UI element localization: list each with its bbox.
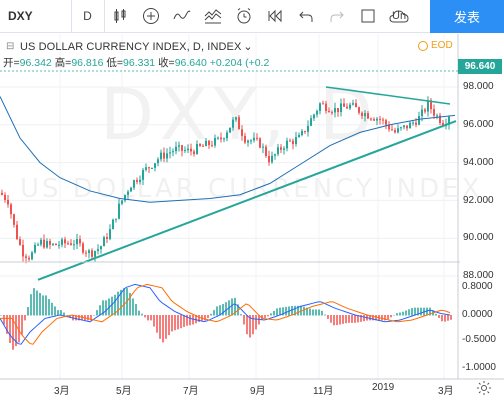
last-price-tag: 96.640 bbox=[458, 59, 502, 74]
chart-legend: ⊟ US DOLLAR CURRENCY INDEX, D, INDEX ⌄ bbox=[6, 40, 253, 54]
interval-selector[interactable]: D bbox=[72, 0, 104, 33]
gear-icon[interactable] bbox=[476, 380, 492, 396]
replay-icon[interactable] bbox=[260, 0, 291, 33]
indicator-axis-label: 0.8000 bbox=[462, 281, 493, 292]
price-chart[interactable] bbox=[0, 34, 504, 400]
change-value: +0.204 (+0.2 bbox=[209, 57, 270, 69]
indicator-axis-label: -0.5000 bbox=[462, 334, 496, 345]
price-axis-label: 92.000 bbox=[463, 195, 494, 206]
price-axis-label: 94.000 bbox=[463, 157, 494, 168]
indicator-axis-label: -1.0000 bbox=[462, 362, 496, 373]
indicators-icon[interactable] bbox=[167, 0, 198, 33]
candle-style-icon[interactable] bbox=[105, 0, 136, 33]
date-axis-label: 3月 bbox=[438, 386, 454, 397]
publish-button[interactable]: 发表 bbox=[430, 0, 504, 33]
date-axis-label: 9月 bbox=[250, 386, 266, 397]
unnamed-layout-label[interactable]: Un bbox=[392, 10, 406, 22]
symbol-search[interactable]: DXY bbox=[0, 0, 72, 33]
chart-title: US DOLLAR CURRENCY INDEX, D, INDEX bbox=[20, 40, 242, 53]
redo-icon[interactable] bbox=[322, 0, 353, 33]
date-axis-label: 5月 bbox=[116, 386, 132, 397]
add-indicator-icon[interactable] bbox=[136, 0, 167, 33]
date-axis-label: 3月 bbox=[54, 386, 70, 397]
date-axis-label: 11月 bbox=[313, 386, 334, 397]
price-axis-label: 90.000 bbox=[463, 232, 494, 243]
date-axis-label: 2019 bbox=[372, 382, 395, 393]
close-value: 96.640 bbox=[174, 57, 207, 69]
top-toolbar: DXY D Un 发表 bbox=[0, 0, 504, 33]
high-value: 96.816 bbox=[71, 57, 104, 69]
templates-icon[interactable] bbox=[198, 0, 229, 33]
chevron-down-icon[interactable]: ⌄ bbox=[243, 40, 252, 53]
chart-area[interactable]: DXY, D US DOLLAR CURRENCY INDEX ⊟ US DOL… bbox=[0, 34, 504, 400]
collapse-icon[interactable]: ⊟ bbox=[6, 41, 20, 52]
price-axis-label: 96.000 bbox=[463, 119, 494, 130]
ohlc-values: 开=96.342 高=96.816 低=96.331 收=96.640 +0.2… bbox=[3, 55, 269, 70]
close-label: 收= bbox=[158, 57, 175, 69]
price-axis-label: 98.000 bbox=[463, 81, 494, 92]
low-label: 低= bbox=[106, 57, 124, 69]
fullscreen-icon[interactable] bbox=[353, 0, 384, 33]
high-label: 高= bbox=[54, 57, 72, 69]
undo-icon[interactable] bbox=[291, 0, 322, 33]
eod-label: EOD bbox=[431, 40, 453, 51]
eod-badge: EOD bbox=[418, 40, 453, 51]
alert-clock-icon[interactable] bbox=[229, 0, 260, 33]
low-value: 96.331 bbox=[123, 57, 156, 69]
price-axis-label: 88.000 bbox=[463, 270, 494, 281]
indicator-axis-label: 0.0000 bbox=[462, 309, 493, 320]
eod-circle-icon bbox=[418, 40, 428, 51]
open-value: 96.342 bbox=[19, 57, 52, 69]
date-axis-label: 7月 bbox=[183, 386, 199, 397]
open-label: 开= bbox=[3, 57, 20, 69]
